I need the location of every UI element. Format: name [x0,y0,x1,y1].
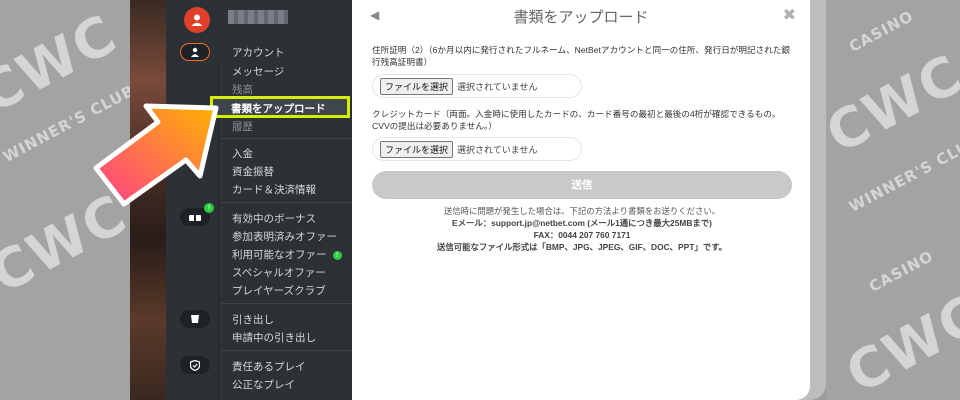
offer-badge: ! [332,250,342,260]
choose-file-button[interactable]: ファイルを選択 [380,77,454,95]
upload-documents-modal: ◀ 書類をアップロード ✖ 住所証明（2）（6か月以内に発行されたフルネーム、N… [352,0,810,400]
modal-title: 書類をアップロード [513,8,649,26]
sidebar-item-messages[interactable]: メッセージ [232,64,284,79]
close-icon[interactable]: ✖ [783,5,796,24]
file-status-text: 選択されていません [457,81,538,92]
watermark-casino: CASINO [846,6,917,56]
sidebar-item-pending-withdrawals[interactable]: 申請中の引き出し [232,330,316,345]
help-text: 送信時に問題が発生した場合は、下記の方法より書類をお送りください。 [443,206,721,216]
withdraw-group-icon-button[interactable] [180,310,210,328]
submit-button[interactable]: 送信 [372,171,792,199]
sidebar-item-responsible-play[interactable]: 責任あるプレイ [232,359,306,374]
sidebar-item-active-bonuses[interactable]: 有効中のボーナス [232,211,316,226]
user-icon [191,14,203,26]
sidebar-item-transfer[interactable]: 資金振替 [232,164,274,179]
sidebar-item-cards-payment[interactable]: カード＆決済情報 [232,182,316,197]
pointer-arrow-icon [93,103,219,207]
sidebar-item-joined-offers[interactable]: 参加表明済みオファー [232,229,337,244]
background-watermark-right: CASINO CWC WINNER'S CLUB CASINO CWC [826,0,960,400]
watermark-brand: CWC [836,282,960,400]
sidebar-divider [221,138,352,139]
fax-text: FAX：0044 207 760 7171 [533,230,631,240]
user-icon [191,47,199,57]
avatar[interactable] [184,7,210,33]
file-formats-text: 送信可能なファイル形式は「BMP、JPG、JPEG、GIF、DOC、PPT」です… [437,242,727,252]
account-group-icon-button[interactable] [180,43,210,61]
proof-of-address-file-input[interactable]: ファイルを選択 選択されていません [372,74,582,98]
sidebar-item-withdraw[interactable]: 引き出し [232,312,274,327]
sidebar-item-players-club[interactable]: プレイヤーズクラブ [232,283,326,298]
sidebar-item-fair-play[interactable]: 公正なプレイ [232,377,295,392]
username-redacted [228,10,288,24]
watermark-brand: CWC [826,42,960,166]
watermark-casino: CASINO [866,246,937,296]
credit-card-label: クレジットカード（両面。入金時に使用したカードの、カード番号の最初と最後の4桁が… [372,109,781,131]
support-email-text: Eメール：support.jp@netbet.com (メール1通につき最大25… [452,218,712,228]
responsible-group-icon-button[interactable] [180,356,210,374]
choose-file-button[interactable]: ファイルを選択 [380,140,454,158]
shield-icon [190,359,200,371]
sidebar-item-account[interactable]: アカウント [232,45,285,60]
sidebar-item-special-offers[interactable]: スペシャルオファー [232,265,326,280]
sidebar-divider [221,303,352,304]
sidebar-item-available-offers[interactable]: 利用可能なオファー! [232,247,342,262]
sidebar-item-label: 利用可能なオファー [232,249,327,261]
file-status-text: 選択されていません [457,144,538,155]
credit-card-file-input[interactable]: ファイルを選択 選択されていません [372,137,582,161]
sidebar-divider [221,350,352,351]
sidebar-divider [221,202,352,203]
proof-of-address-label: 住所証明（2）（6か月以内に発行されたフルネーム、NetBetアカウントと同一の… [372,45,790,67]
cup-icon [191,315,199,323]
